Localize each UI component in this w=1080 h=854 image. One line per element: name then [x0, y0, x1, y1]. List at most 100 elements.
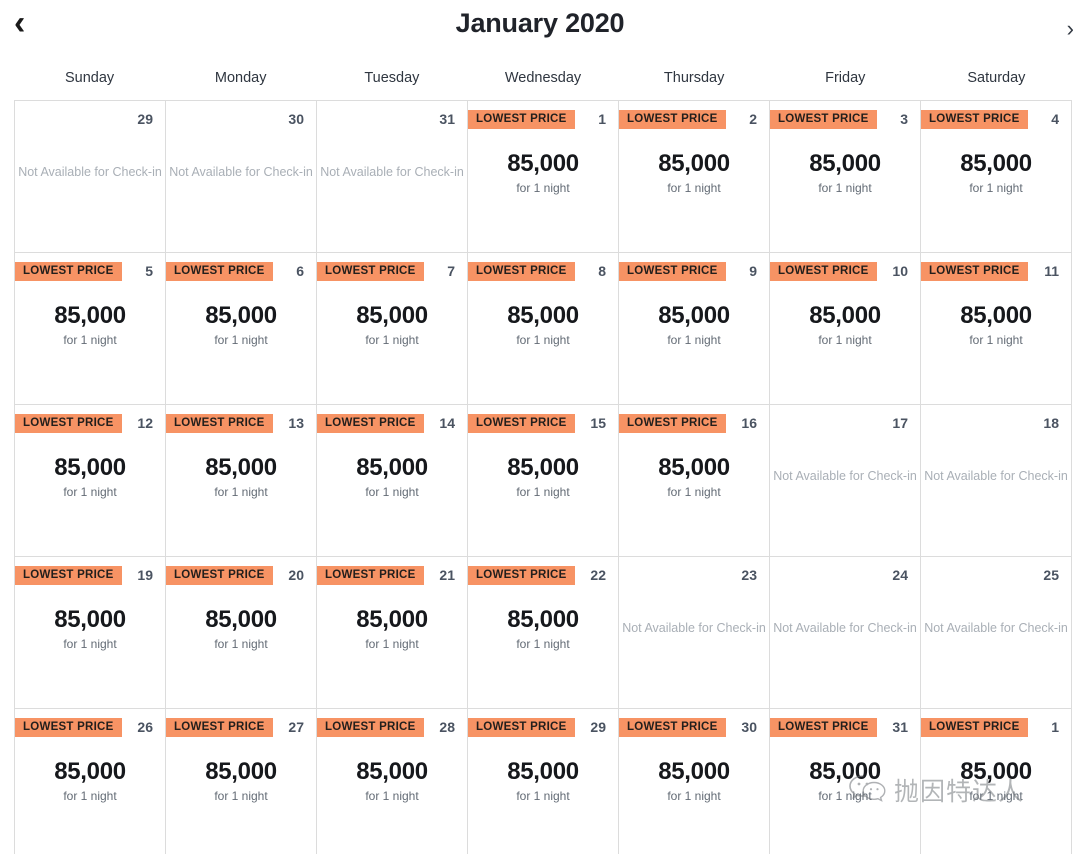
day-cell-available[interactable]: LOWEST PRICE 16 85,000 for 1 night: [619, 405, 770, 557]
price-amount: 85,000: [960, 302, 1032, 329]
price-amount: 85,000: [960, 150, 1032, 177]
day-cell-header: LOWEST PRICE 8: [468, 253, 618, 282]
day-number: 29: [137, 111, 153, 127]
calendar-week-row: LOWEST PRICE 12 85,000 for 1 night LOWEST PR…: [15, 405, 1072, 557]
day-cell-available[interactable]: LOWEST PRICE 9 85,000 for 1 night: [619, 253, 770, 405]
day-number: 23: [741, 567, 757, 583]
price-note: for 1 night: [63, 637, 117, 652]
day-number: 21: [439, 567, 455, 583]
weekday-header-row: Sunday Monday Tuesday Wednesday Thursday Frid…: [14, 56, 1072, 100]
price-note: for 1 night: [214, 485, 268, 500]
price-amount: 85,000: [507, 454, 579, 481]
day-number: 14: [439, 415, 455, 431]
lowest-price-badge: LOWEST PRICE: [770, 262, 877, 282]
day-cell-available[interactable]: LOWEST PRICE 26 85,000 for 1 night: [15, 709, 166, 854]
price-note: for 1 night: [516, 789, 570, 804]
day-number: 31: [439, 111, 455, 127]
price-note: for 1 night: [63, 333, 117, 348]
price-block: 85,000 for 1 night: [921, 302, 1071, 347]
day-cell-header: LOWEST PRICE 12: [15, 405, 165, 434]
day-number: 27: [288, 719, 304, 735]
day-cell-available[interactable]: LOWEST PRICE 27 85,000 for 1 night: [166, 709, 317, 854]
day-cell-header: LOWEST PRICE 27: [166, 709, 316, 738]
price-block: 85,000 for 1 night: [15, 606, 165, 652]
day-cell-header: LOWEST PRICE 20: [166, 557, 316, 586]
price-amount: 85,000: [205, 606, 277, 633]
price-note: for 1 night: [516, 637, 570, 652]
day-cell-header: LOWEST PRICE 26: [15, 709, 165, 738]
price-block: 85,000 for 1 night: [770, 302, 920, 347]
day-number: 2: [749, 111, 757, 127]
day-cell-available[interactable]: LOWEST PRICE 22 85,000 for 1 night: [468, 557, 619, 709]
day-cell-available[interactable]: LOWEST PRICE 3 85,000 for 1 night: [770, 101, 921, 253]
day-cell-available[interactable]: LOWEST PRICE 13 85,000 for 1 night: [166, 405, 317, 557]
lowest-price-badge: LOWEST PRICE: [166, 718, 273, 738]
day-cell-available[interactable]: LOWEST PRICE 1 85,000 for 1 night: [468, 101, 619, 253]
day-cell-header: 18: [921, 405, 1071, 433]
price-amount: 85,000: [658, 758, 730, 785]
unavailable-label: Not Available for Check-in: [773, 621, 917, 635]
lowest-price-badge: LOWEST PRICE: [15, 414, 122, 434]
day-cell-available[interactable]: LOWEST PRICE 14 85,000 for 1 night: [317, 405, 468, 557]
day-cell-available[interactable]: LOWEST PRICE 31 85,000 for 1 night: [770, 709, 921, 854]
day-number: 4: [1051, 111, 1059, 127]
lowest-price-badge: LOWEST PRICE: [468, 262, 575, 282]
price-block: 85,000 for 1 night: [468, 454, 618, 500]
lowest-price-badge: LOWEST PRICE: [317, 718, 424, 738]
price-amount: 85,000: [205, 758, 277, 785]
day-cell-available[interactable]: LOWEST PRICE 19 85,000 for 1 night: [15, 557, 166, 709]
day-cell-available[interactable]: LOWEST PRICE 1 85,000 for 1 night: [921, 709, 1072, 854]
day-cell-available[interactable]: LOWEST PRICE 2 85,000 for 1 night: [619, 101, 770, 253]
price-note: for 1 night: [214, 789, 268, 804]
day-cell-unavailable: 30 Not Available for Check-in: [166, 101, 317, 253]
price-amount: 85,000: [356, 758, 428, 785]
price-note: for 1 night: [365, 789, 419, 804]
day-cell-available[interactable]: LOWEST PRICE 6 85,000 for 1 night: [166, 253, 317, 405]
price-block: 85,000 for 1 night: [468, 758, 618, 804]
day-cell-available[interactable]: LOWEST PRICE 7 85,000 for 1 night: [317, 253, 468, 405]
price-block: 85,000 for 1 night: [166, 758, 316, 804]
lowest-price-badge: LOWEST PRICE: [468, 110, 575, 130]
price-note: for 1 night: [667, 181, 721, 196]
day-cell-available[interactable]: LOWEST PRICE 5 85,000 for 1 night: [15, 253, 166, 405]
day-cell-available[interactable]: LOWEST PRICE 30 85,000 for 1 night: [619, 709, 770, 854]
day-cell-available[interactable]: LOWEST PRICE 20 85,000 for 1 night: [166, 557, 317, 709]
day-cell-header: 24: [770, 557, 920, 585]
unavailable-label: Not Available for Check-in: [18, 165, 162, 179]
unavailable-label: Not Available for Check-in: [622, 621, 766, 635]
day-number: 17: [892, 415, 908, 431]
chevron-right-icon[interactable]: ›: [1067, 18, 1074, 40]
day-cell-available[interactable]: LOWEST PRICE 12 85,000 for 1 night: [15, 405, 166, 557]
day-number: 22: [590, 567, 606, 583]
price-amount: 85,000: [507, 758, 579, 785]
unavailable-label: Not Available for Check-in: [169, 165, 313, 179]
day-cell-available[interactable]: LOWEST PRICE 15 85,000 for 1 night: [468, 405, 619, 557]
day-cell-header: LOWEST PRICE 29: [468, 709, 618, 738]
day-cell-available[interactable]: LOWEST PRICE 29 85,000 for 1 night: [468, 709, 619, 854]
price-amount: 85,000: [809, 150, 881, 177]
lowest-price-badge: LOWEST PRICE: [317, 414, 424, 434]
day-cell-available[interactable]: LOWEST PRICE 4 85,000 for 1 night: [921, 101, 1072, 253]
price-amount: 85,000: [54, 606, 126, 633]
calendar-header: ‹ January 2020 ›: [0, 0, 1080, 56]
price-block: 85,000 for 1 night: [15, 302, 165, 348]
day-cell-available[interactable]: LOWEST PRICE 11 85,000 for 1 night: [921, 253, 1072, 405]
day-cell-header: 31: [317, 101, 467, 129]
weekday-label-monday: Monday: [214, 70, 267, 86]
day-cell-unavailable: 24 Not Available for Check-in: [770, 557, 921, 709]
day-cell-unavailable: 31 Not Available for Check-in: [317, 101, 468, 253]
day-cell-header: LOWEST PRICE 1: [921, 709, 1071, 738]
price-block: 85,000 for 1 night: [317, 454, 467, 499]
price-block: 85,000 for 1 night: [468, 302, 618, 347]
day-number: 13: [288, 415, 304, 431]
day-cell-available[interactable]: LOWEST PRICE 28 85,000 for 1 night: [317, 709, 468, 854]
day-cell-available[interactable]: LOWEST PRICE 8 85,000 for 1 night: [468, 253, 619, 405]
day-cell-available[interactable]: LOWEST PRICE 21 85,000 for 1 night: [317, 557, 468, 709]
day-cell-available[interactable]: LOWEST PRICE 10 85,000 for 1 night: [770, 253, 921, 405]
price-amount: 85,000: [205, 302, 277, 329]
weekday-label-tuesday: Tuesday: [364, 70, 420, 86]
day-cell-header: LOWEST PRICE 11: [921, 253, 1071, 282]
price-note: for 1 night: [516, 485, 570, 500]
price-block: 85,000 for 1 night: [317, 758, 467, 804]
day-number: 1: [598, 111, 606, 127]
